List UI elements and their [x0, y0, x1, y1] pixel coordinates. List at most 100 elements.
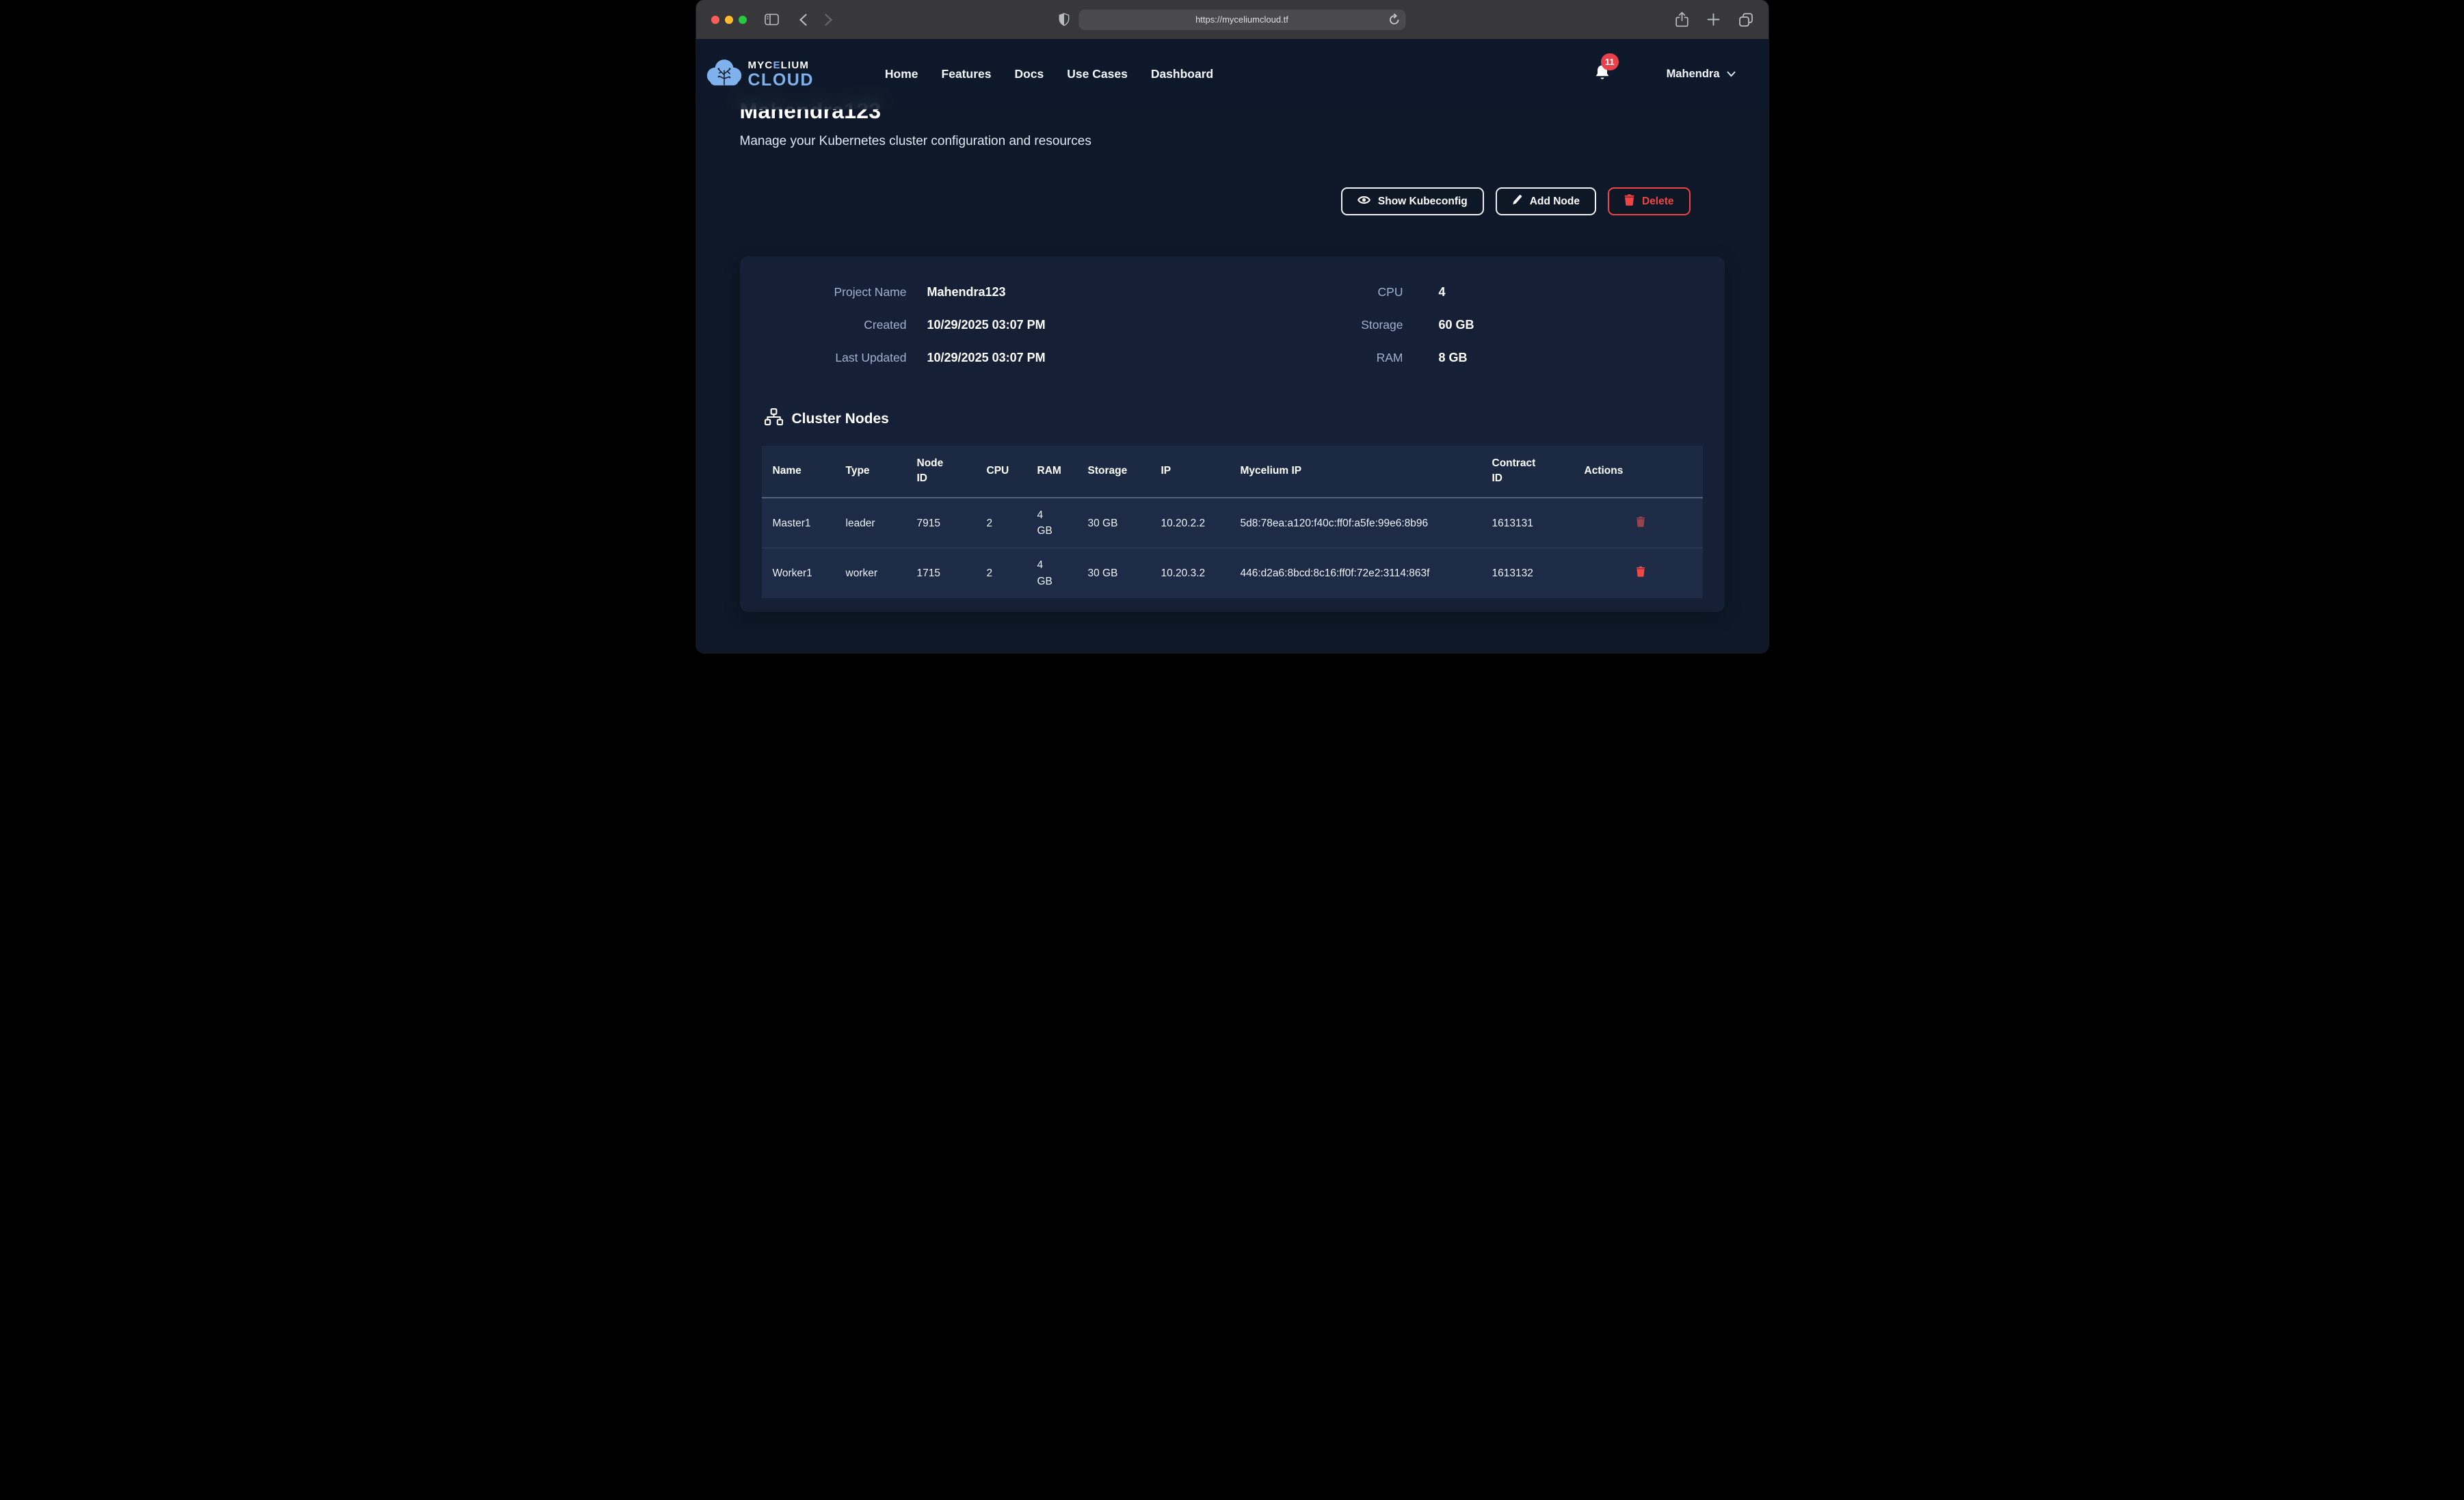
cluster-actions: Show Kubeconfig Add Node Delete [740, 187, 1725, 215]
table-row-master1: Master1 leader 7915 2 4 GB 30 GB 10.20.2… [762, 498, 1703, 548]
browser-window: https://myceliumcloud.tf [696, 0, 1768, 653]
cluster-info-grid: Project Name Mahendra123 Created 10/29/2… [762, 282, 1703, 384]
nav-link-home[interactable]: Home [885, 67, 918, 81]
toolbar-right-icons [1675, 12, 1753, 27]
cell-ip: 10.20.2.2 [1150, 498, 1230, 548]
new-tab-icon[interactable] [1707, 13, 1720, 26]
network-nodes-icon [765, 408, 783, 429]
show-kubeconfig-button[interactable]: Show Kubeconfig [1341, 187, 1484, 215]
traffic-lights [711, 16, 747, 24]
forward-icon[interactable] [825, 14, 832, 26]
refresh-icon[interactable] [1389, 14, 1399, 27]
add-node-button[interactable]: Add Node [1496, 187, 1596, 215]
user-name: Mahendra [1667, 68, 1720, 81]
project-name-value: Mahendra123 [927, 285, 1232, 299]
nav-link-features[interactable]: Features [942, 67, 992, 81]
nav-link-docs[interactable]: Docs [1014, 67, 1044, 81]
navbar-right: 11 Mahendra [1594, 64, 1740, 84]
storage-label: Storage [1232, 318, 1403, 332]
pencil-icon [1512, 194, 1522, 209]
page-subtitle: Manage your Kubernetes cluster configura… [740, 134, 1725, 149]
col-header-storage: Storage [1077, 446, 1150, 498]
created-label: Created [773, 318, 907, 332]
delete-node-icon[interactable] [1632, 565, 1650, 580]
col-header-ram: RAM [1026, 446, 1077, 498]
zoom-window-button[interactable] [739, 16, 747, 24]
ram-row: RAM 8 GB [1232, 351, 1692, 365]
cpu-value: 4 [1439, 285, 1692, 299]
cell-type: worker [835, 548, 906, 598]
notification-count-badge: 11 [1601, 53, 1619, 70]
brand-text: MYCELIUM CLOUD [748, 60, 814, 89]
col-header-ip: IP [1150, 446, 1230, 498]
cell-name: Master1 [762, 498, 835, 548]
cell-cpu: 2 [976, 498, 1026, 548]
storage-value: 60 GB [1439, 318, 1692, 332]
col-header-node-id: Node ID [906, 446, 976, 498]
col-header-mycelium-ip: Mycelium IP [1230, 446, 1481, 498]
cell-name: Worker1 [762, 548, 835, 598]
table-row-worker1: Worker1 worker 1715 2 4 GB 30 GB 10.20.3… [762, 548, 1703, 598]
share-icon[interactable] [1675, 12, 1688, 27]
cell-node-id: 7915 [906, 498, 976, 548]
col-header-name: Name [762, 446, 835, 498]
delete-cluster-button[interactable]: Delete [1608, 187, 1691, 215]
table-header-row: Name Type Node ID CPU RAM Storage IP Myc… [762, 446, 1703, 498]
cell-cpu: 2 [976, 548, 1026, 598]
url-text: https://myceliumcloud.tf [1195, 14, 1288, 25]
delete-node-icon[interactable] [1632, 515, 1650, 531]
cluster-details-card: Project Name Mahendra123 Created 10/29/2… [740, 256, 1725, 612]
trash-icon [1624, 194, 1634, 209]
cell-storage: 30 GB [1077, 498, 1150, 548]
sidebar-toggle-icon[interactable] [765, 14, 779, 25]
cell-type: leader [835, 498, 906, 548]
ram-label: RAM [1232, 351, 1403, 365]
storage-row: Storage 60 GB [1232, 318, 1692, 332]
cell-mycelium-ip: 446:d2a6:8bcd:8c16:ff0f:72e2:3114:863f [1230, 548, 1481, 598]
back-icon[interactable] [799, 14, 807, 26]
col-header-actions: Actions [1574, 446, 1703, 498]
ram-value: 8 GB [1439, 351, 1692, 365]
site-navbar: MYCELIUM CLOUD Home Features Docs Use Ca… [696, 39, 1768, 109]
cluster-nodes-title: Cluster Nodes [792, 411, 889, 427]
col-header-contract-id: Contract ID [1481, 446, 1574, 498]
nav-link-dashboard[interactable]: Dashboard [1151, 67, 1213, 81]
cloud-logo-icon [706, 58, 743, 90]
cell-contract-id: 1613132 [1481, 548, 1574, 598]
privacy-shield-icon[interactable] [1059, 13, 1069, 26]
cpu-label: CPU [1232, 285, 1403, 299]
brand-logo[interactable]: MYCELIUM CLOUD [706, 58, 814, 90]
cpu-row: CPU 4 [1232, 285, 1692, 299]
cluster-nodes-heading: Cluster Nodes [765, 408, 1703, 429]
address-bar-group: https://myceliumcloud.tf [1059, 0, 1405, 39]
cell-ip: 10.20.3.2 [1150, 548, 1230, 598]
last-updated-row: Last Updated 10/29/2025 03:07 PM [773, 351, 1232, 365]
cell-mycelium-ip: 5d8:78ea:a120:f40c:ff0f:a5fe:99e6:8b96 [1230, 498, 1481, 548]
last-updated-label: Last Updated [773, 351, 907, 365]
cell-storage: 30 GB [1077, 548, 1150, 598]
url-input[interactable]: https://myceliumcloud.tf [1078, 10, 1405, 30]
nav-links: Home Features Docs Use Cases Dashboard [885, 67, 1213, 81]
cell-ram: 4 GB [1026, 548, 1077, 598]
tab-overview-icon[interactable] [1738, 12, 1753, 27]
last-updated-value: 10/29/2025 03:07 PM [927, 351, 1232, 365]
user-menu[interactable]: Mahendra [1662, 67, 1740, 81]
created-row: Created 10/29/2025 03:07 PM [773, 318, 1232, 332]
minimize-window-button[interactable] [725, 16, 733, 24]
col-header-type: Type [835, 446, 906, 498]
notifications-bell-icon[interactable]: 11 [1594, 64, 1611, 84]
browser-toolbar: https://myceliumcloud.tf [696, 0, 1768, 39]
cell-node-id: 1715 [906, 548, 976, 598]
cell-actions [1574, 548, 1703, 598]
eye-icon [1357, 195, 1370, 209]
cluster-nodes-table: Name Type Node ID CPU RAM Storage IP Myc… [762, 446, 1703, 598]
chevron-down-icon [1727, 68, 1736, 81]
project-name-label: Project Name [773, 285, 907, 299]
col-header-cpu: CPU [976, 446, 1026, 498]
cell-actions [1574, 498, 1703, 548]
created-value: 10/29/2025 03:07 PM [927, 318, 1232, 332]
close-window-button[interactable] [711, 16, 719, 24]
nav-link-use-cases[interactable]: Use Cases [1067, 67, 1128, 81]
project-name-row: Project Name Mahendra123 [773, 285, 1232, 299]
cell-contract-id: 1613131 [1481, 498, 1574, 548]
